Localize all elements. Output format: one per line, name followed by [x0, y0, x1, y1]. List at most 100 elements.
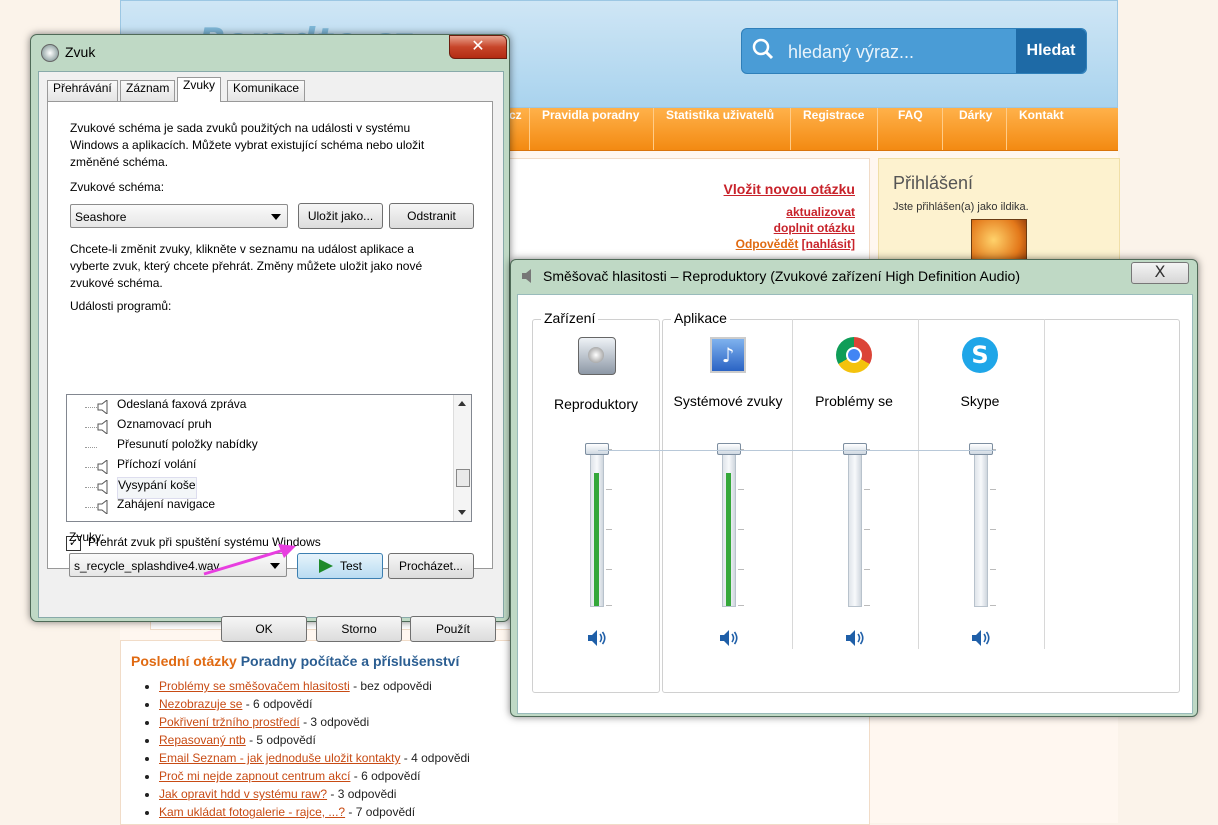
recent-item-answers: - bez odpovědi	[349, 679, 432, 693]
tree-connector	[85, 447, 97, 448]
nav-item-stats[interactable]: Statistika uživatelů	[653, 108, 786, 150]
event-item[interactable]: Odeslaná faxová zpráva	[117, 397, 246, 417]
browse-button[interactable]: Procházet...	[388, 553, 474, 579]
recent-item-link[interactable]: Pokřivení tržního prostředí	[159, 715, 300, 729]
new-question-link[interactable]: Vložit novou otázku	[724, 181, 855, 197]
dialog-title: Zvuk	[65, 44, 96, 60]
answer-links: Odpovědět [nahlásit]	[736, 237, 855, 251]
recent-item-link[interactable]: Jak opravit hdd v systému raw?	[159, 787, 327, 801]
search-input[interactable]	[786, 38, 1010, 66]
tree-connector	[85, 467, 97, 468]
nav-item-contact[interactable]: Kontakt	[1006, 108, 1076, 150]
recent-item-link[interactable]: Email Seznam - jak jednoduše uložit kont…	[159, 751, 400, 765]
device-group-label: Zařízení	[541, 310, 599, 326]
save-as-button[interactable]: Uložit jako...	[298, 203, 383, 229]
slider-tick	[606, 489, 612, 490]
mute-speaker-icon[interactable]	[586, 629, 608, 647]
volume-slider-thumb[interactable]	[585, 443, 609, 455]
intro-line-1: Zvukové schéma je sada zvuků použitých n…	[70, 121, 411, 135]
slider-tick	[864, 529, 870, 530]
mixer-title: Směšovač hlasitosti – Reproduktory (Zvuk…	[543, 268, 1020, 284]
play-icon	[319, 559, 333, 573]
recent-category: Poradny počítače a příslušenství	[240, 653, 460, 669]
nav-item-register[interactable]: Registrace	[790, 108, 876, 150]
event-item[interactable]: Příchozí volání	[117, 457, 196, 477]
remove-button[interactable]: Odstranit	[389, 203, 474, 229]
volume-slider-track[interactable]	[974, 447, 988, 607]
event-item[interactable]: Vysypání koše	[117, 477, 197, 499]
volume-slider-track[interactable]	[848, 447, 862, 607]
search-button[interactable]: Hledat	[1016, 29, 1086, 73]
test-button[interactable]: Test	[297, 553, 383, 579]
recent-item: Repasovaný ntb - 5 odpovědí	[159, 731, 470, 749]
refresh-link[interactable]: aktualizovat	[786, 205, 855, 219]
volume-level-fill	[726, 473, 731, 606]
close-button[interactable]: ✕	[449, 35, 507, 59]
speaker-app-icon	[41, 44, 59, 62]
scroll-thumb[interactable]	[456, 469, 470, 487]
volume-slider-track[interactable]	[590, 447, 604, 607]
events-label: Události programů:	[70, 299, 172, 313]
recent-item-answers: - 3 odpovědi	[299, 715, 370, 729]
report-link[interactable]: [nahlásit]	[802, 237, 855, 251]
recent-item: Nezobrazuje se - 6 odpovědí	[159, 695, 470, 713]
mute-speaker-icon[interactable]	[970, 629, 992, 647]
recent-item-link[interactable]: Repasovaný ntb	[159, 733, 246, 747]
slider-tick	[738, 489, 744, 490]
scheme-select[interactable]: Seashore	[70, 204, 288, 228]
nav-item-gifts[interactable]: Dárky	[942, 108, 1008, 150]
events-listbox[interactable]: Odeslaná faxová zpráva Oznamovací pruh Pře…	[66, 394, 472, 522]
tree-connector	[85, 507, 97, 508]
close-button[interactable]: X	[1131, 262, 1189, 284]
mute-speaker-icon[interactable]	[718, 629, 740, 647]
change-line-1: Chcete-li změnit zvuky, klikněte v sezna…	[70, 242, 414, 256]
tab-communications[interactable]: Komunikace	[227, 80, 306, 101]
scroll-down-icon[interactable]	[458, 510, 466, 515]
login-box: Přihlášení Jste přihlášen(a) jako ildika…	[878, 158, 1120, 271]
slider-tick	[606, 529, 612, 530]
tree-connector	[85, 407, 97, 408]
slider-tick	[606, 569, 612, 570]
volume-slider-thumb[interactable]	[969, 443, 993, 455]
tab-recording[interactable]: Záznam	[120, 80, 176, 101]
tree-connector	[85, 487, 97, 488]
volume-slider-thumb[interactable]	[843, 443, 867, 455]
cancel-button[interactable]: Storno	[316, 616, 402, 642]
ok-button[interactable]: OK	[221, 616, 307, 642]
event-item[interactable]: Oznamovací pruh	[117, 417, 212, 437]
system-sounds-icon: ♪	[710, 337, 746, 373]
speaker-icon	[97, 480, 108, 494]
speaker-icon	[522, 269, 531, 283]
recent-item-answers: - 6 odpovědí	[242, 697, 313, 711]
volume-slider-track[interactable]	[722, 447, 736, 607]
recent-item-link[interactable]: Nezobrazuje se	[159, 697, 242, 711]
scroll-up-icon[interactable]	[458, 401, 466, 406]
recent-item: Problémy se směšovačem hlasitosti - bez …	[159, 677, 470, 695]
recent-item-link[interactable]: Proč mi nejde zapnout centrum akcí	[159, 769, 350, 783]
event-item[interactable]: Zahájení navigace	[117, 497, 215, 517]
apply-button[interactable]: Použít	[410, 616, 496, 642]
recent-item: Kam ukládat fotogalerie - rajce, ...? - …	[159, 803, 470, 821]
event-item[interactable]: Přesunutí položky nabídky	[117, 437, 258, 457]
speaker-icon	[97, 460, 108, 474]
volume-mixer-window: Směšovač hlasitosti – Reproduktory (Zvuk…	[510, 259, 1198, 717]
channel-label: Skype	[960, 393, 1000, 409]
slider-tick	[990, 489, 996, 490]
mute-speaker-icon[interactable]	[844, 629, 866, 647]
recent-item: Email Seznam - jak jednoduše uložit kont…	[159, 749, 470, 767]
slider-tick	[738, 569, 744, 570]
recent-item-link[interactable]: Problémy se směšovačem hlasitosti	[159, 679, 350, 693]
volume-slider-thumb[interactable]	[717, 443, 741, 455]
add-question-link[interactable]: doplnit otázku	[774, 221, 855, 235]
nav-item-faq[interactable]: FAQ	[877, 108, 943, 150]
speaker-icon	[97, 500, 108, 514]
events-scrollbar[interactable]	[453, 395, 471, 521]
speaker-device-icon	[578, 337, 616, 375]
channel-separator	[918, 319, 919, 649]
slider-tick	[606, 605, 612, 606]
tab-playback[interactable]: Přehrávání	[47, 80, 118, 101]
nav-item-rules[interactable]: Pravidla poradny	[529, 108, 651, 150]
recent-item-link[interactable]: Kam ukládat fotogalerie - rajce, ...?	[159, 805, 345, 819]
tab-sounds[interactable]: Zvuky	[177, 77, 222, 102]
answer-link[interactable]: Odpovědět	[736, 237, 799, 251]
